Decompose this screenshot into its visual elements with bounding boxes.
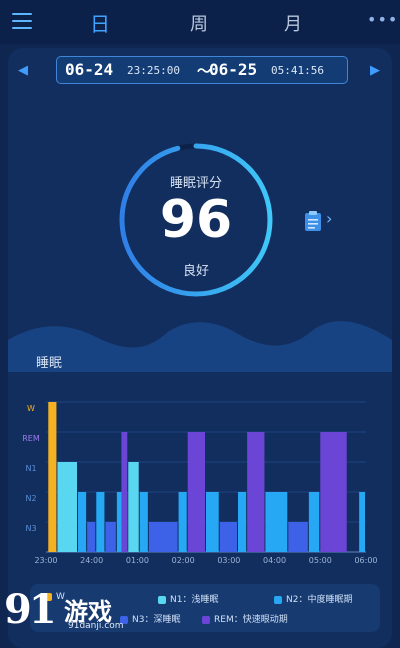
more-icon[interactable]: ••• [367, 10, 398, 29]
legend-label-n2: N2：中度睡眠期 [286, 595, 353, 605]
prev-date-arrow-icon[interactable]: ◀ [18, 63, 28, 78]
legend-swatch-n1 [158, 595, 166, 604]
menu-icon[interactable] [12, 13, 32, 29]
stage-bar-w [48, 402, 57, 552]
stage-bar-n3 [87, 522, 96, 552]
stage-bar-n3 [105, 522, 116, 552]
report-button[interactable]: › [304, 209, 340, 234]
section-label-sleep: 睡眠 [36, 356, 63, 371]
stage-bar-n2 [308, 492, 320, 552]
sleep-score-ring: 睡眠评分 96 良好 [116, 140, 276, 300]
stage-bar-n2 [206, 492, 219, 552]
legend-label-rem: REM：快速眼动期 [214, 615, 288, 625]
end-date: 06-25 [209, 60, 258, 79]
stage-bar-n3 [148, 522, 178, 552]
x-axis-tick-label: 01:00 [125, 556, 149, 565]
tab-month[interactable]: 月 [284, 10, 302, 36]
clipboard-icon [305, 211, 321, 231]
stage-bar-rem [320, 432, 347, 552]
x-axis-tick-label: 05:00 [308, 556, 332, 565]
stage-bar-rem [121, 432, 128, 552]
stage-bar-n2 [139, 492, 148, 552]
score-label: 睡眠评分 [169, 176, 222, 191]
x-axis-tick-label: 24:00 [80, 556, 104, 565]
top-bar: 日 周 月 ••• [0, 0, 400, 44]
chevron-right-icon: › [326, 209, 333, 228]
y-axis-label: W [27, 404, 35, 413]
stage-bar-n2 [238, 492, 247, 552]
y-axis-label: N2 [25, 494, 37, 503]
tab-week[interactable]: 周 [190, 10, 208, 36]
legend-item-n2: N2：中度睡眠期 [274, 592, 352, 605]
watermark-logo: 91 游戏 91danji.com [2, 586, 142, 638]
x-axis-tick-label: 03:00 [217, 556, 241, 565]
date-range: 06-24 23:25:00 〜 06-25 05:41:56 [56, 56, 348, 84]
start-time: 23:25:00 [127, 64, 180, 77]
x-axis-tick-label: 04:00 [263, 556, 287, 565]
tab-day[interactable]: 日 [90, 8, 110, 37]
stage-bar-n2 [78, 492, 87, 552]
start-date: 06-24 [65, 60, 114, 79]
wave-decoration [8, 321, 392, 372]
score-value: 96 [159, 190, 233, 250]
stage-bar-rem [247, 432, 265, 552]
watermark-url: 91danji.com [68, 621, 124, 631]
sleep-stage-chart: W REM N1 N2 N3 23:00 24:00 01:00 02:00 03:00 04:00… [20, 396, 380, 566]
stage-bar-n2 [265, 492, 288, 552]
stage-bar-n2 [178, 492, 187, 552]
y-axis-label: N1 [25, 464, 37, 473]
legend-swatch-n2 [274, 595, 282, 604]
score-rating: 良好 [182, 264, 209, 279]
x-axis-tick-label: 06:00 [354, 556, 378, 565]
y-axis-label: N3 [25, 524, 37, 533]
y-axis-label: REM [22, 434, 40, 443]
stage-bar-n3 [219, 522, 237, 552]
legend-label-n1: N1：浅睡眠 [170, 595, 219, 605]
x-axis-tick-label: 02:00 [171, 556, 195, 565]
watermark-number: 91 [4, 586, 57, 633]
stage-bar-n1 [128, 462, 139, 552]
legend-swatch-rem [202, 615, 210, 624]
legend-item-n1: N1：浅睡眠 [158, 592, 218, 605]
stage-bar-n2 [359, 492, 365, 552]
end-time: 05:41:56 [271, 64, 324, 77]
stage-bar-n1 [57, 462, 77, 552]
legend-item-rem: REM：快速眼动期 [202, 612, 288, 625]
x-axis-tick-label: 23:00 [34, 556, 58, 565]
next-date-arrow-icon[interactable]: ▶ [370, 63, 380, 78]
stage-bar-rem [187, 432, 205, 552]
stage-bar-n2 [96, 492, 105, 552]
sleep-stage-bars [46, 401, 366, 553]
stage-bar-n3 [288, 522, 308, 552]
